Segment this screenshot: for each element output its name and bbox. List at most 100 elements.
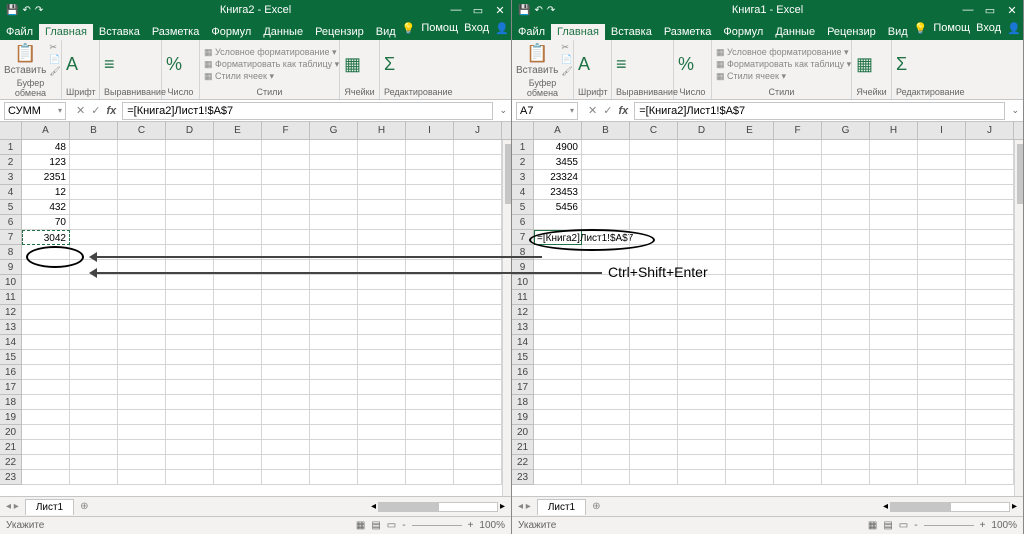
cell-C4[interactable] xyxy=(630,185,678,200)
cell-C7[interactable] xyxy=(630,230,678,245)
cell-E18[interactable] xyxy=(726,395,774,410)
undo-icon[interactable]: ↶ xyxy=(22,5,30,16)
cell-G21[interactable] xyxy=(310,440,358,455)
redo-icon[interactable]: ↷ xyxy=(35,5,43,16)
cell-J21[interactable] xyxy=(454,440,502,455)
cell-G17[interactable] xyxy=(822,380,870,395)
cell-G11[interactable] xyxy=(310,290,358,305)
quick-access-toolbar[interactable]: 💾 ↶ ↷ xyxy=(518,5,555,16)
tab-вставка[interactable]: Вставка xyxy=(605,24,658,40)
cell-D4[interactable] xyxy=(678,185,726,200)
cell-B6[interactable] xyxy=(582,215,630,230)
cell-B11[interactable] xyxy=(582,290,630,305)
cell-G23[interactable] xyxy=(310,470,358,485)
cell-C16[interactable] xyxy=(118,365,166,380)
cell-H17[interactable] xyxy=(870,380,918,395)
cell-A3[interactable]: 23324 xyxy=(534,170,582,185)
row-header-5[interactable]: 5 xyxy=(512,200,534,215)
cell-J7[interactable] xyxy=(966,230,1014,245)
format-painter-icon[interactable]: 🖌 xyxy=(561,66,572,77)
cell-D18[interactable] xyxy=(166,395,214,410)
tab-разметка[interactable]: Разметка xyxy=(146,24,206,40)
cell-F1[interactable] xyxy=(774,140,822,155)
cell-A4[interactable]: 12 xyxy=(22,185,70,200)
cell-E14[interactable] xyxy=(726,335,774,350)
cell-E5[interactable] xyxy=(214,200,262,215)
cell-I8[interactable] xyxy=(918,245,966,260)
save-icon[interactable]: 💾 xyxy=(6,5,18,16)
cell-C11[interactable] xyxy=(630,290,678,305)
cell-G1[interactable] xyxy=(310,140,358,155)
row-header-23[interactable]: 23 xyxy=(0,470,22,485)
cell-B3[interactable] xyxy=(582,170,630,185)
cell-F1[interactable] xyxy=(262,140,310,155)
cell-E17[interactable] xyxy=(726,380,774,395)
share-icon[interactable]: 👤 xyxy=(1007,22,1021,35)
cell-B2[interactable] xyxy=(70,155,118,170)
cell-J15[interactable] xyxy=(966,350,1014,365)
cell-J11[interactable] xyxy=(966,290,1014,305)
cell-I12[interactable] xyxy=(406,305,454,320)
cell-F14[interactable] xyxy=(774,335,822,350)
cell-H18[interactable] xyxy=(870,395,918,410)
cell-B8[interactable] xyxy=(582,245,630,260)
col-header-B[interactable]: B xyxy=(582,122,630,139)
cell-J4[interactable] xyxy=(966,185,1014,200)
cell-H17[interactable] xyxy=(358,380,406,395)
cell-C5[interactable] xyxy=(118,200,166,215)
view-normal-icon[interactable]: ▦ xyxy=(356,520,365,531)
sheet-tab[interactable]: Лист1 xyxy=(537,499,586,515)
cell-F11[interactable] xyxy=(774,290,822,305)
cell-E16[interactable] xyxy=(726,365,774,380)
cell-I18[interactable] xyxy=(918,395,966,410)
save-icon[interactable]: 💾 xyxy=(518,5,530,16)
cell-H20[interactable] xyxy=(358,425,406,440)
cell-D1[interactable] xyxy=(166,140,214,155)
cell-A23[interactable] xyxy=(534,470,582,485)
cell-D8[interactable] xyxy=(678,245,726,260)
redo-icon[interactable]: ↷ xyxy=(547,5,555,16)
cell-H1[interactable] xyxy=(870,140,918,155)
cell-H5[interactable] xyxy=(870,200,918,215)
cell-D3[interactable] xyxy=(678,170,726,185)
tab-формул[interactable]: Формул xyxy=(205,24,257,40)
cell-I15[interactable] xyxy=(406,350,454,365)
cell-D2[interactable] xyxy=(678,155,726,170)
cell-A20[interactable] xyxy=(534,425,582,440)
cell-C4[interactable] xyxy=(118,185,166,200)
cell-H5[interactable] xyxy=(358,200,406,215)
row-header-16[interactable]: 16 xyxy=(0,365,22,380)
cell-J14[interactable] xyxy=(454,335,502,350)
tab-рецензир[interactable]: Рецензир xyxy=(821,24,882,40)
row-header-18[interactable]: 18 xyxy=(512,395,534,410)
cell-D1[interactable] xyxy=(678,140,726,155)
cell-C5[interactable] xyxy=(630,200,678,215)
row-header-5[interactable]: 5 xyxy=(0,200,22,215)
cell-C15[interactable] xyxy=(118,350,166,365)
editing-icon[interactable]: Σ xyxy=(384,54,395,75)
cell-B7[interactable] xyxy=(70,230,118,245)
cell-F21[interactable] xyxy=(262,440,310,455)
row-header-6[interactable]: 6 xyxy=(0,215,22,230)
cell-G2[interactable] xyxy=(822,155,870,170)
cell-C2[interactable] xyxy=(630,155,678,170)
cell-G19[interactable] xyxy=(822,410,870,425)
cell-A15[interactable] xyxy=(22,350,70,365)
copy-icon[interactable]: 📄 xyxy=(49,54,60,65)
cell-J6[interactable] xyxy=(966,215,1014,230)
cell-B1[interactable] xyxy=(70,140,118,155)
cell-F15[interactable] xyxy=(262,350,310,365)
cell-I20[interactable] xyxy=(918,425,966,440)
cell-F2[interactable] xyxy=(774,155,822,170)
cell-H14[interactable] xyxy=(358,335,406,350)
tell-me-label[interactable]: Помощ xyxy=(933,22,970,34)
cell-C14[interactable] xyxy=(118,335,166,350)
col-header-J[interactable]: J xyxy=(966,122,1014,139)
cell-D10[interactable] xyxy=(166,275,214,290)
cell-H18[interactable] xyxy=(358,395,406,410)
cell-C15[interactable] xyxy=(630,350,678,365)
row-header-18[interactable]: 18 xyxy=(0,395,22,410)
row-header-12[interactable]: 12 xyxy=(0,305,22,320)
cell-A22[interactable] xyxy=(534,455,582,470)
row-header-17[interactable]: 17 xyxy=(0,380,22,395)
